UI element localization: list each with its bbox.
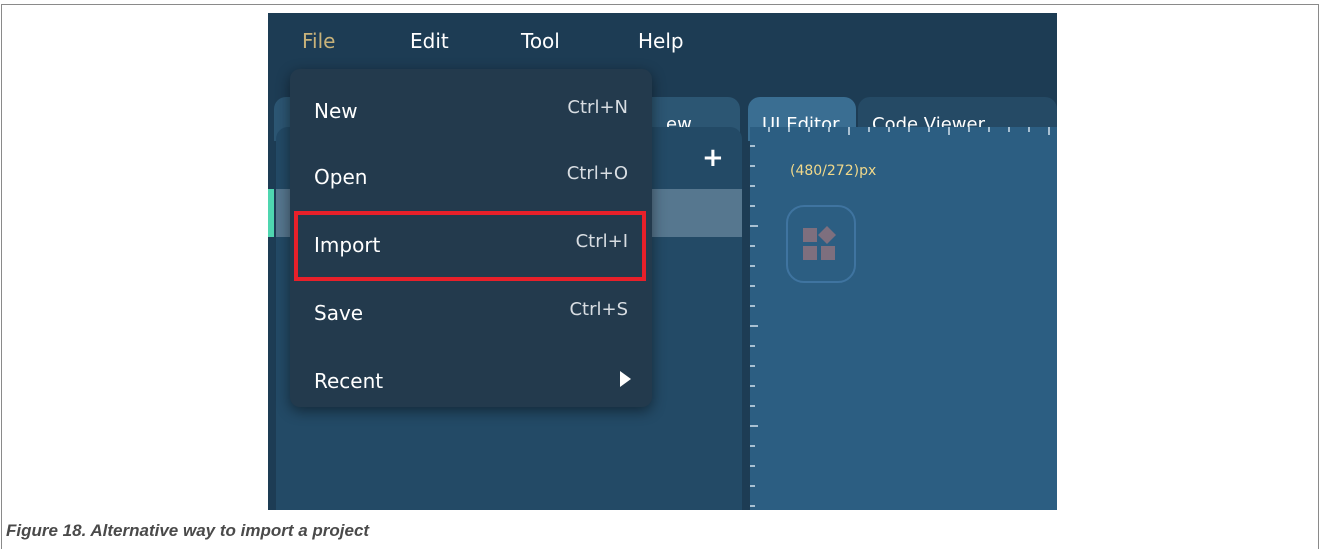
menu-item-label: New [314,99,358,123]
menu-item-label: Recent [314,369,384,393]
menu-item-label: Save [314,301,364,325]
plus-icon[interactable]: + [702,143,724,173]
menu-edit[interactable]: Edit [410,29,449,53]
figure-caption: Figure 18. Alternative way to import a p… [6,521,370,540]
menu-item-label: Open [314,165,368,189]
menu-item-shortcut: Ctrl+N [567,97,628,118]
ruler-left [750,127,758,510]
menu-item-shortcut: Ctrl+O [566,163,628,184]
menu-item-open[interactable]: Open Ctrl+O [290,145,650,207]
menu-item-new[interactable]: New Ctrl+N [290,79,650,141]
widgets-icon [803,226,836,260]
selection-accent [268,189,274,237]
menu-item-shortcut: Ctrl+S [569,299,628,320]
design-canvas[interactable]: (480/272)px [750,127,1057,510]
menu-item-recent[interactable]: Recent [290,349,650,411]
widget-placeholder[interactable] [786,205,856,283]
menu-tool[interactable]: Tool [521,29,560,53]
canvas-resolution: (480/272)px [790,163,877,179]
menu-help[interactable]: Help [638,29,684,53]
menu-file[interactable]: File [302,29,335,53]
menu-bar: File Edit Tool Help [268,13,1057,69]
app-window: File Edit Tool Help ew UI Editor Code Vi… [268,13,1057,510]
import-highlight-box [294,211,646,281]
submenu-arrow-icon [620,371,631,387]
ruler-top [750,127,1057,135]
menu-item-save[interactable]: Save Ctrl+S [290,281,650,343]
